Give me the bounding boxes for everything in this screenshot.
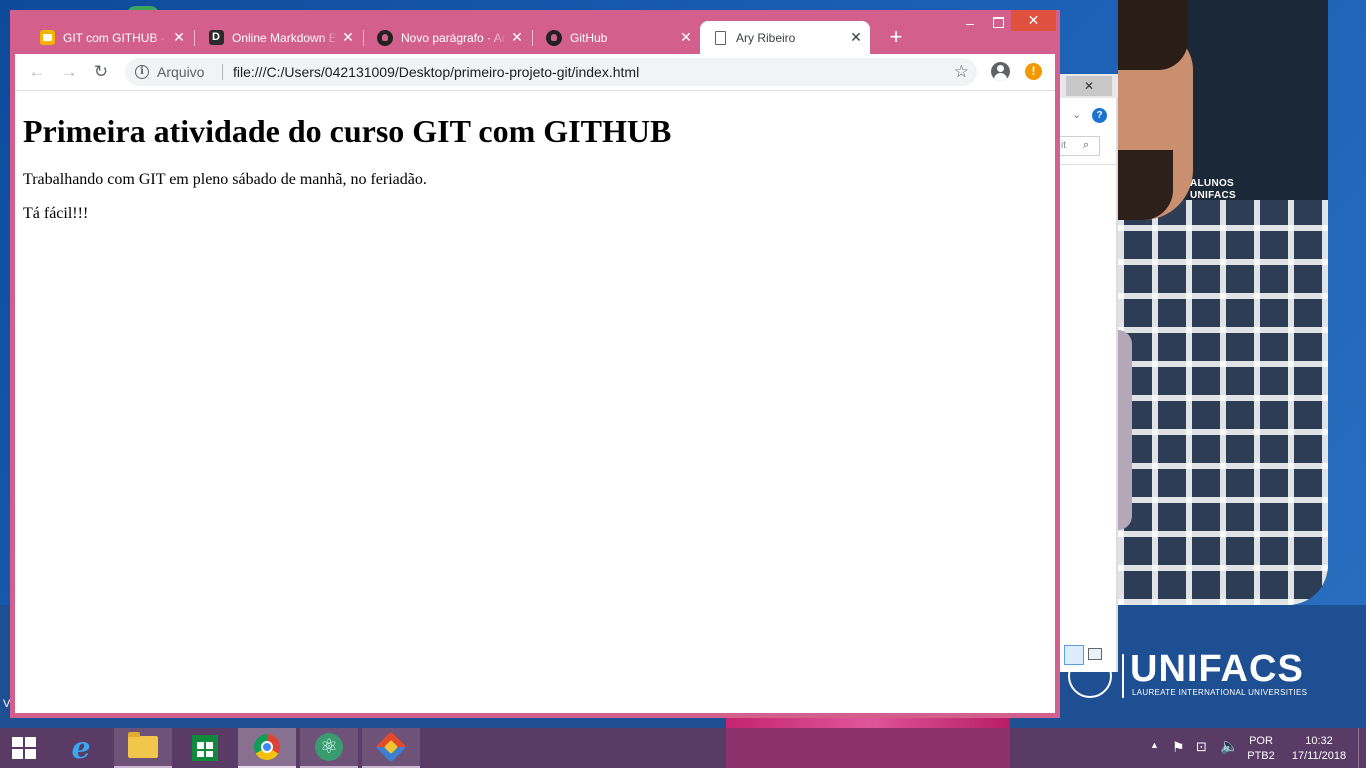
laureate-tagline: LAUREATE INTERNATIONAL UNIVERSITIES: [1132, 688, 1308, 697]
explorer-search-placeholder: it: [1061, 140, 1066, 151]
tab-online-markdown-editor[interactable]: D Online Markdown E ✕: [196, 21, 362, 54]
details-view-icon[interactable]: [1064, 645, 1084, 665]
chevron-down-icon[interactable]: ⌄: [1072, 108, 1081, 121]
wallpaper-badge-line1: ALUNOS: [1190, 178, 1235, 189]
explorer-title-bar[interactable]: ✕: [1056, 74, 1118, 98]
url-text[interactable]: file:///C:/Users/042131009/Desktop/prime…: [233, 64, 639, 80]
system-tray: ▲ ⚑ ⊡ 🔈 POR PTB2 10:32 17/11/2018: [1146, 728, 1366, 768]
forward-arrow-icon[interactable]: →: [55, 58, 83, 86]
show-hidden-icons-icon[interactable]: ▲: [1150, 740, 1159, 750]
chrome-menu-alert-icon[interactable]: !: [1025, 63, 1042, 80]
search-icon[interactable]: ⌕: [1083, 139, 1089, 152]
tab-git-com-github[interactable]: GIT com GITHUB - A ✕: [27, 21, 193, 54]
security-chip-label[interactable]: Arquivo: [157, 64, 204, 80]
clock-time: 10:32: [1305, 735, 1333, 747]
explorer-search-input[interactable]: it ⌕: [1058, 136, 1100, 156]
git-gui-icon[interactable]: [362, 728, 420, 768]
tab-ary-ribeiro[interactable]: Ary Ribeiro ✕: [700, 21, 870, 54]
unifacs-logo-text: UNIFACS: [1130, 648, 1304, 690]
input-language-indicator[interactable]: POR PTB2: [1246, 734, 1276, 764]
windows-start-icon[interactable]: [0, 728, 50, 768]
help-icon[interactable]: ?: [1092, 108, 1107, 123]
large-icons-view-icon[interactable]: [1088, 648, 1102, 660]
tab-close-icon[interactable]: ✕: [507, 29, 527, 46]
taskbar: e ⚛ ▲ ⚑ ⊡ 🔈 POR PTB2 10:32 17/11/2018: [0, 728, 1366, 768]
dillinger-icon: D: [208, 30, 224, 46]
tab-close-icon[interactable]: ✕: [338, 29, 358, 46]
tab-separator: [532, 30, 533, 46]
taskbar-wallpaper-tint: [726, 728, 1010, 768]
page-heading: Primeira atividade do curso GIT com GITH…: [23, 113, 672, 149]
tab-close-icon[interactable]: ✕: [676, 29, 696, 46]
volume-icon[interactable]: 🔈: [1220, 737, 1239, 755]
new-tab-button[interactable]: +: [882, 24, 910, 52]
network-icon[interactable]: ⊡: [1196, 739, 1207, 755]
tab-novo-paragrafo[interactable]: Novo parágrafo · Ar ✕: [365, 21, 531, 54]
tab-separator: [194, 30, 195, 46]
tab-title: Ary Ribeiro: [736, 30, 796, 45]
omnibox-divider: [222, 64, 223, 80]
tab-title: GIT com GITHUB - A: [63, 30, 169, 45]
browser-toolbar: ← → ↻ i Arquivo file:///C:/Users/0421310…: [15, 54, 1055, 90]
reload-icon[interactable]: ↻: [87, 58, 115, 86]
minimize-button[interactable]: –: [960, 12, 980, 32]
slides-icon: [39, 30, 55, 46]
wallpaper-student-photo: [1118, 0, 1328, 605]
tab-title: GitHub: [570, 30, 676, 45]
back-arrow-icon[interactable]: ←: [23, 58, 51, 86]
info-icon[interactable]: i: [135, 65, 149, 79]
tab-title: Novo parágrafo · Ar: [401, 30, 507, 45]
google-chrome-icon[interactable]: [238, 728, 296, 768]
windows-store-icon[interactable]: [176, 728, 234, 768]
window-close-button[interactable]: ✕: [1011, 10, 1056, 31]
star-icon[interactable]: ☆: [954, 61, 969, 83]
tab-title: Online Markdown E: [232, 30, 338, 45]
profile-avatar-icon[interactable]: [991, 62, 1010, 81]
clock[interactable]: 10:32 17/11/2018: [1286, 734, 1352, 764]
explorer-divider: [1058, 164, 1118, 165]
atom-editor-icon[interactable]: ⚛: [300, 728, 358, 768]
tab-close-icon[interactable]: ✕: [169, 29, 189, 46]
show-desktop-button[interactable]: [1358, 728, 1366, 768]
internet-explorer-icon[interactable]: e: [52, 728, 110, 768]
page-paragraph: Tá fácil!!!: [23, 205, 89, 222]
address-bar[interactable]: i Arquivo file:///C:/Users/042131009/Des…: [125, 58, 977, 86]
wallpaper-badge: ALUNOS UNIFACS: [1190, 178, 1236, 202]
github-icon: [546, 29, 562, 46]
action-center-flag-icon[interactable]: ⚑: [1172, 739, 1185, 756]
brand-divider: [1122, 654, 1124, 698]
chrome-window: GIT com GITHUB - A ✕ D Online Markdown E…: [10, 10, 1060, 718]
maximize-button[interactable]: [988, 12, 1008, 32]
file-explorer-icon[interactable]: [114, 728, 172, 768]
tab-close-icon[interactable]: ✕: [846, 29, 866, 46]
page-paragraph: Trabalhando com GIT em pleno sábado de m…: [23, 171, 427, 188]
tab-strip: GIT com GITHUB - A ✕ D Online Markdown E…: [10, 10, 1060, 54]
explorer-close-button[interactable]: ✕: [1066, 76, 1112, 96]
page-viewport: Primeira atividade do curso GIT com GITH…: [15, 90, 1055, 713]
tab-separator: [363, 30, 364, 46]
keyboard-layout: PTB2: [1247, 750, 1275, 762]
wallpaper-badge-line2: UNIFACS: [1190, 190, 1236, 201]
document-icon: [712, 30, 728, 46]
background-explorer-window[interactable]: ✕ ⌄ ? it ⌕: [1056, 74, 1118, 672]
github-icon: [377, 29, 393, 46]
language-code: POR: [1249, 735, 1273, 747]
wallpaper-figure-edge: [1118, 330, 1132, 530]
clock-date: 17/11/2018: [1291, 750, 1347, 762]
tab-github[interactable]: GitHub ✕: [534, 21, 700, 54]
